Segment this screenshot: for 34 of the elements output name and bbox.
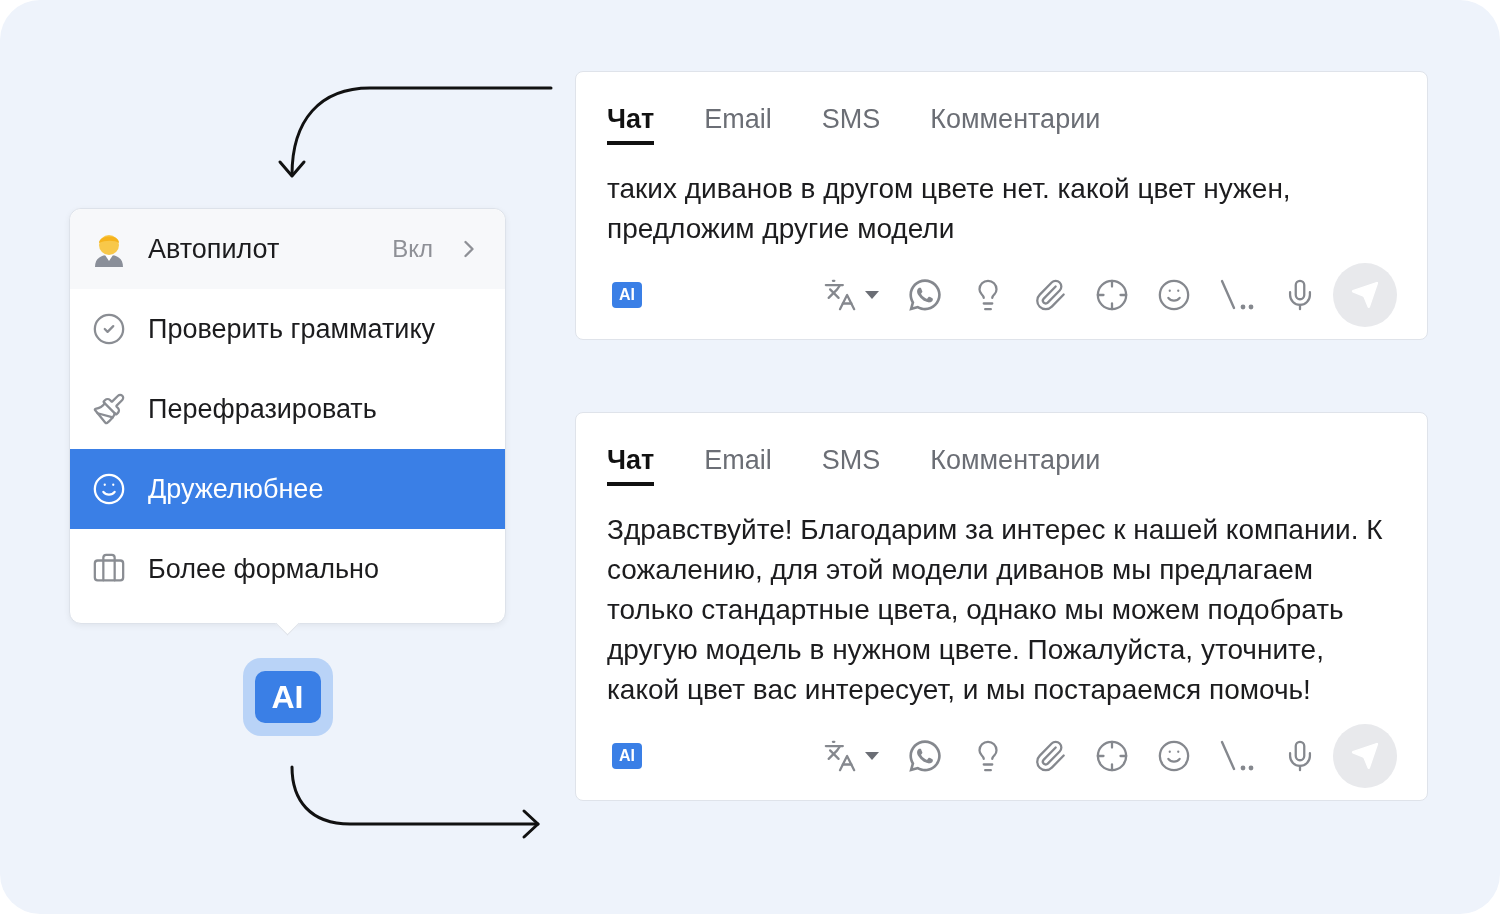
smile-icon[interactable] — [1157, 278, 1191, 312]
smile-icon[interactable] — [1157, 739, 1191, 773]
channel-tab[interactable]: SMS — [821, 445, 881, 486]
menu-item[interactable]: Проверить грамматику — [70, 289, 505, 369]
snippet-icon[interactable] — [1219, 739, 1255, 773]
smile-icon — [92, 472, 126, 506]
channel-tab[interactable]: SMS — [821, 104, 881, 145]
translate-icon[interactable] — [823, 278, 879, 312]
channel-tab[interactable]: Email — [704, 104, 772, 145]
message-text: Здравствуйте! Благодарим за интерес к нашей компании. К сожалению, для этой модели диванов мы предлагаем только стандартные цвета, однако мы можем подобрать другую модель в нужном цвете. Пожалуйста, уточните, какой цвет вас интересует, и мы постараемся помочь! — [607, 513, 1383, 707]
ai-badge[interactable]: AI — [612, 282, 642, 308]
menu-item[interactable]: Перефразировать — [70, 369, 505, 449]
paperclip-icon[interactable] — [1033, 739, 1067, 773]
snippet-icon[interactable] — [1219, 278, 1255, 312]
channel-tab[interactable]: Комментарии — [930, 445, 1101, 486]
menu-item[interactable]: Дружелюбнее — [70, 449, 505, 529]
crosshair-icon[interactable] — [1095, 278, 1129, 312]
menu-item[interactable]: Более формально — [70, 529, 505, 609]
paperclip-icon[interactable] — [1033, 278, 1067, 312]
ai-badge[interactable]: AI — [612, 743, 642, 769]
crosshair-icon[interactable] — [1095, 739, 1129, 773]
translate-icon[interactable] — [823, 739, 879, 773]
whatsapp-icon[interactable] — [907, 738, 943, 774]
menu-item-value: Вкл — [392, 235, 433, 263]
channel-tab[interactable]: Комментарии — [930, 104, 1101, 145]
channel-tab[interactable]: Чат — [607, 104, 655, 145]
whatsapp-icon[interactable] — [907, 277, 943, 313]
ai-button[interactable]: AI — [242, 658, 333, 736]
message-text: таких диванов в другом цвете нет. какой цвет нужен, предложим другие модели — [607, 172, 1292, 246]
brush-icon — [92, 392, 126, 426]
channel-tab[interactable]: Чат — [607, 445, 655, 486]
menu-item[interactable]: Автопилот Вкл — [70, 209, 505, 289]
channel-tab[interactable]: Email — [704, 445, 772, 486]
check-circle-icon — [92, 312, 126, 346]
